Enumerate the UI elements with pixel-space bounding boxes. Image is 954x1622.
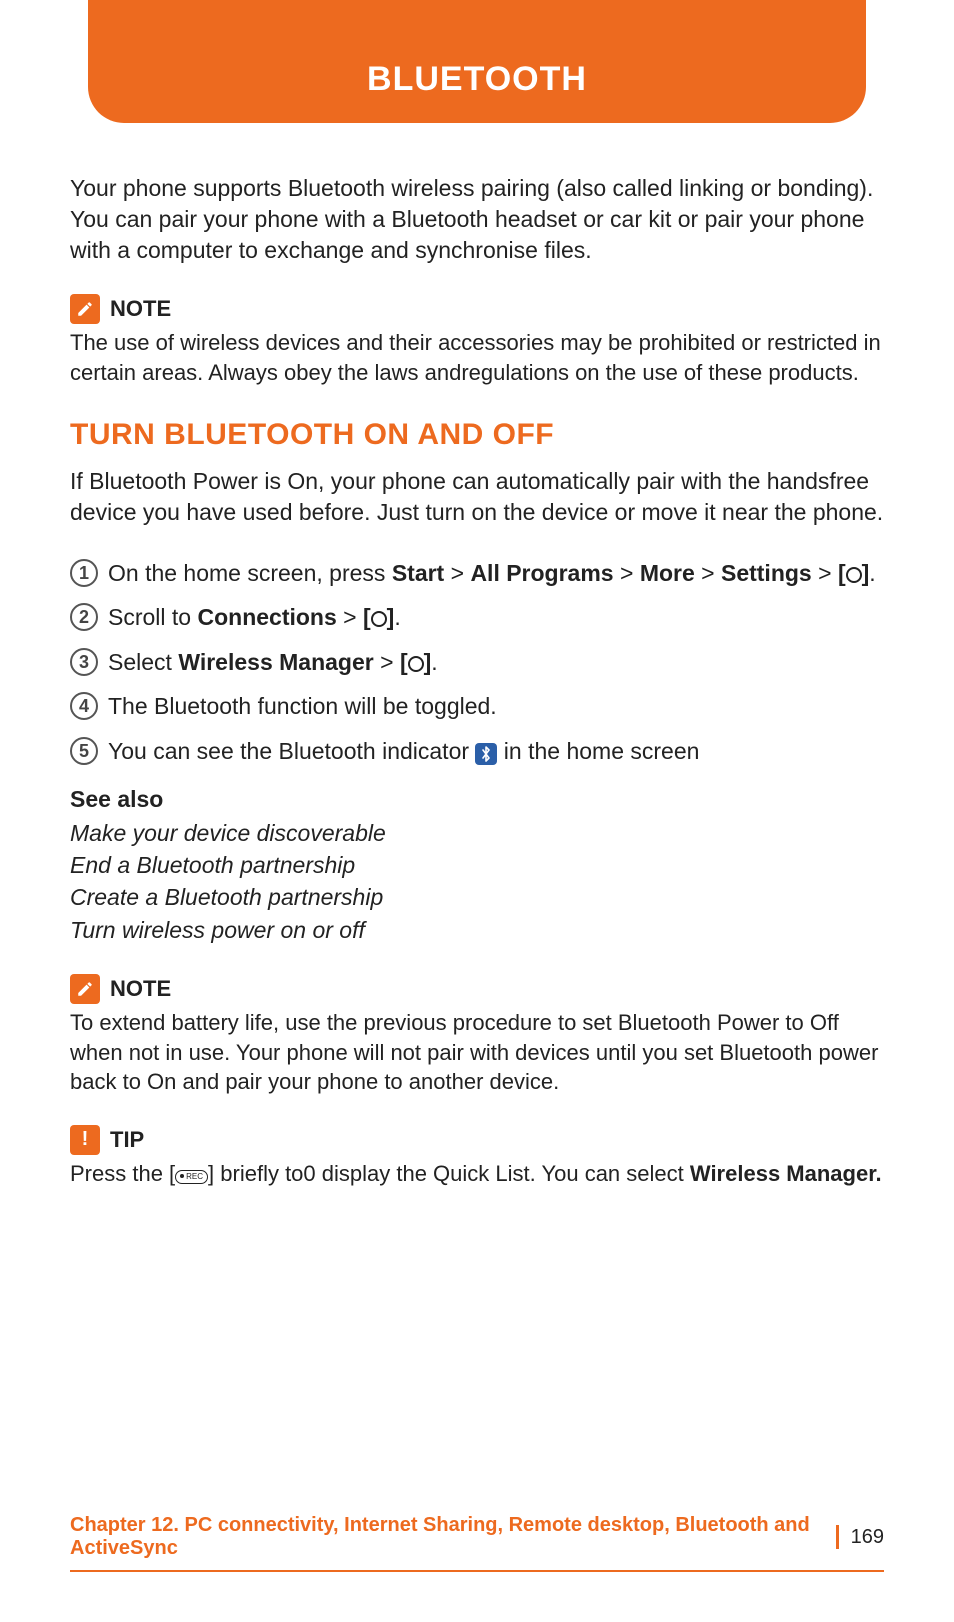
ok-button-icon (408, 656, 424, 672)
page-number: 169 (851, 1526, 884, 1549)
rec-button-icon: REC (175, 1170, 208, 1184)
page-footer: Chapter 12. PC connectivity, Internet Sh… (70, 1514, 884, 1572)
step-item: 4 The Bluetooth function will be toggled… (70, 689, 884, 724)
step-item: 5 You can see the Bluetooth indicator in… (70, 734, 884, 769)
step-text: Select Wireless Manager > []. (108, 645, 884, 680)
note-text: To extend battery life, use the previous… (70, 1008, 884, 1097)
see-also-item: Create a Bluetooth partnership (70, 881, 884, 913)
see-also-title: See also (70, 786, 884, 813)
tip-text: Press the [REC] briefly to0 display the … (70, 1159, 884, 1189)
page-title: BLUETOOTH (88, 60, 866, 99)
note-header: NOTE (70, 294, 884, 324)
footer-divider (836, 1525, 839, 1549)
step-text: Scroll to Connections > []. (108, 600, 884, 635)
step-item: 3 Select Wireless Manager > []. (70, 645, 884, 680)
step-number-icon: 4 (70, 692, 98, 720)
chapter-banner: BLUETOOTH (88, 0, 866, 123)
note-label: NOTE (110, 296, 171, 322)
exclamation-tip-icon: ! (70, 1125, 100, 1155)
step-number-icon: 1 (70, 559, 98, 587)
see-also-block: See also Make your device discoverable E… (70, 786, 884, 946)
step-number-icon: 2 (70, 603, 98, 631)
step-text: You can see the Bluetooth indicator in t… (108, 734, 884, 769)
note-header: NOTE (70, 974, 884, 1004)
note-label: NOTE (110, 976, 171, 1002)
pencil-note-icon (70, 974, 100, 1004)
section-intro: If Bluetooth Power is On, your phone can… (70, 466, 884, 528)
bluetooth-icon (475, 743, 497, 765)
ok-button-icon (371, 611, 387, 627)
step-item: 2 Scroll to Connections > []. (70, 600, 884, 635)
footer-rule (70, 1570, 884, 1572)
step-list: 1 On the home screen, press Start > All … (70, 556, 884, 769)
step-text: On the home screen, press Start > All Pr… (108, 556, 884, 591)
see-also-item: End a Bluetooth partnership (70, 849, 884, 881)
pencil-note-icon (70, 294, 100, 324)
tip-header: ! TIP (70, 1125, 884, 1155)
chapter-label: Chapter 12. PC connectivity, Internet Sh… (70, 1514, 824, 1560)
step-number-icon: 3 (70, 648, 98, 676)
ok-button-icon (846, 567, 862, 583)
intro-paragraph: Your phone supports Bluetooth wireless p… (70, 173, 884, 266)
step-item: 1 On the home screen, press Start > All … (70, 556, 884, 591)
note-text: The use of wireless devices and their ac… (70, 328, 884, 387)
manual-page: BLUETOOTH Your phone supports Bluetooth … (0, 0, 954, 1622)
tip-label: TIP (110, 1127, 144, 1153)
step-text: The Bluetooth function will be toggled. (108, 689, 884, 724)
see-also-item: Make your device discoverable (70, 817, 884, 849)
section-heading: TURN BLUETOOTH ON AND OFF (70, 418, 884, 452)
step-number-icon: 5 (70, 737, 98, 765)
see-also-item: Turn wireless power on or off (70, 914, 884, 946)
